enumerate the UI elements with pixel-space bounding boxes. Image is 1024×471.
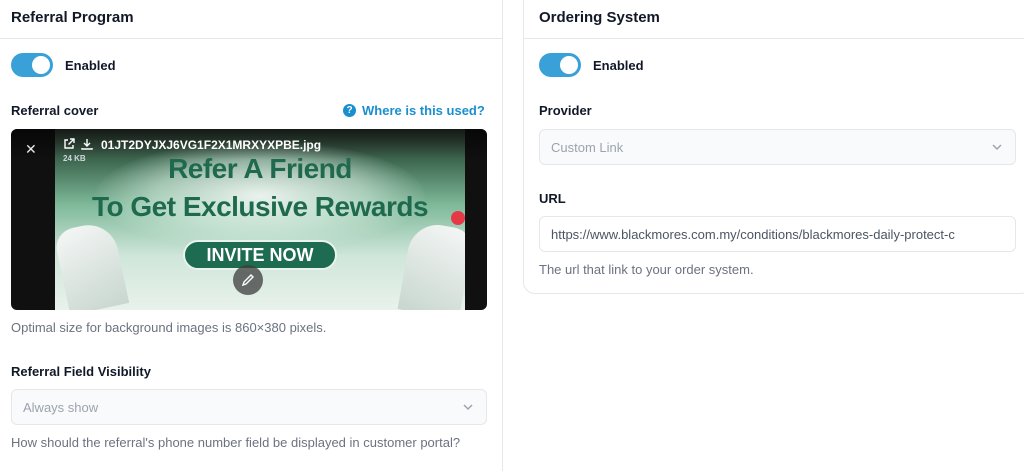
- visibility-select[interactable]: Always show: [11, 389, 487, 425]
- url-input-value: https://www.blackmores.com.my/conditions…: [551, 227, 955, 242]
- chevron-down-icon: [463, 404, 473, 411]
- open-external-icon[interactable]: [63, 138, 75, 153]
- referral-enabled-row: Enabled: [11, 53, 116, 77]
- cover-hand-right: [397, 220, 465, 310]
- cover-invite-button: INVITE NOW: [183, 240, 337, 270]
- provider-label: Provider: [539, 103, 592, 118]
- ordering-enabled-label: Enabled: [593, 57, 644, 73]
- cover-heading-2: To Get Exclusive Rewards: [91, 191, 429, 222]
- referral-card-header: Referral Program: [0, 1, 502, 39]
- pencil-icon: [241, 274, 254, 287]
- ordering-enabled-toggle[interactable]: [539, 53, 581, 77]
- referral-enabled-toggle[interactable]: [11, 53, 53, 77]
- ordering-card-title: Ordering System: [539, 9, 660, 26]
- url-hint: The url that link to your order system.: [539, 262, 754, 277]
- ordering-enabled-row: Enabled: [539, 53, 644, 77]
- ordering-card-header: Ordering System: [524, 1, 1024, 39]
- url-label: URL: [539, 191, 566, 206]
- download-icon[interactable]: [81, 138, 93, 153]
- visibility-hint: How should the referral's phone number f…: [11, 435, 461, 450]
- visibility-label: Referral Field Visibility: [11, 364, 151, 379]
- question-icon: ?: [343, 104, 356, 117]
- cover-file-name: 01JT2DYJXJ6VG1F2X1MRXYXPBE.jpg: [101, 138, 322, 152]
- url-input[interactable]: https://www.blackmores.com.my/conditions…: [539, 216, 1016, 252]
- edit-cover-button[interactable]: [233, 265, 263, 295]
- referral-enabled-label: Enabled: [65, 57, 116, 73]
- toggle-knob: [560, 56, 578, 74]
- cover-file-size: 24 KB: [63, 154, 86, 163]
- referral-cover-label: Referral cover: [11, 103, 99, 118]
- provider-select-value: Custom Link: [551, 140, 624, 155]
- cover-actions: [63, 138, 93, 153]
- where-used-link[interactable]: ? Where is this used?: [343, 103, 485, 118]
- visibility-select-value: Always show: [23, 400, 99, 415]
- cover-size-hint: Optimal size for background images is 86…: [11, 320, 327, 335]
- where-used-text: Where is this used?: [362, 103, 485, 118]
- toggle-knob: [32, 56, 50, 74]
- cover-hand-left: [55, 219, 130, 310]
- provider-select[interactable]: Custom Link: [539, 129, 1016, 165]
- remove-cover-icon[interactable]: ✕: [25, 141, 37, 158]
- chevron-down-icon: [992, 144, 1002, 151]
- referral-card-title: Referral Program: [11, 9, 134, 26]
